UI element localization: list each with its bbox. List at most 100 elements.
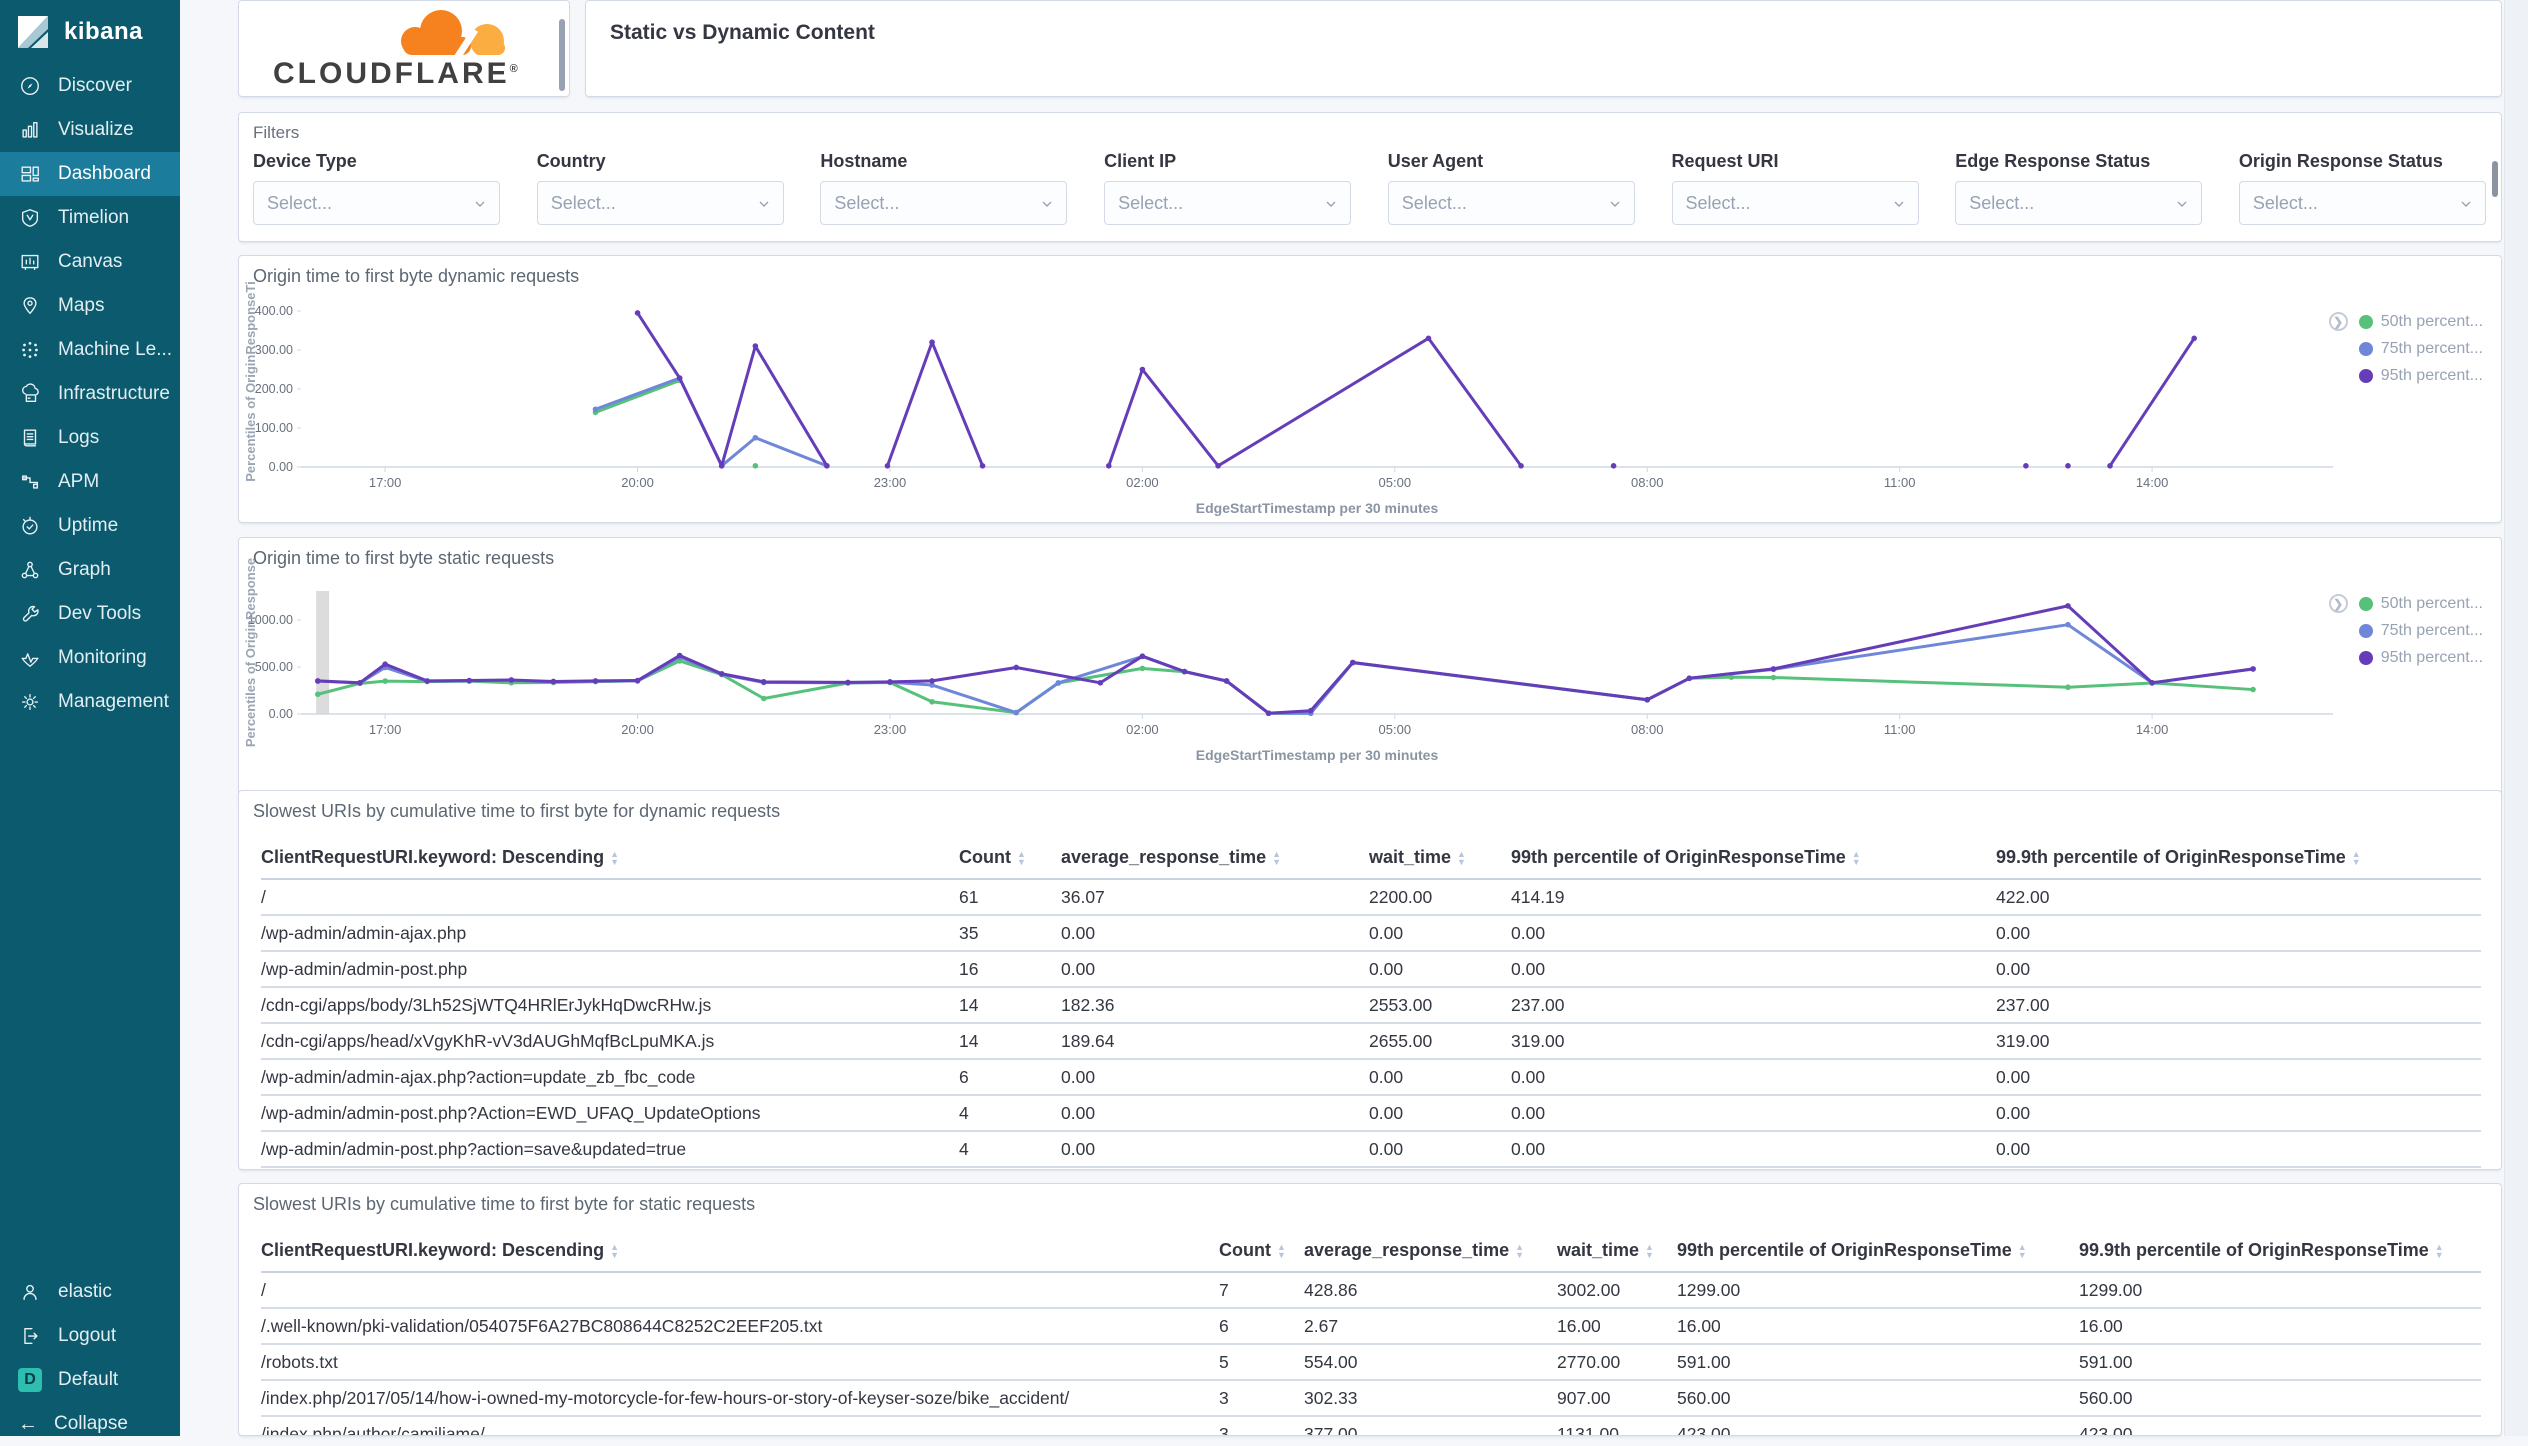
sort-icon[interactable]: ▲ ▼ (1515, 1243, 1524, 1260)
x-tick-label: 14:00 (2136, 722, 2169, 737)
column-header-99-9th-percentile-of-originresponsetime[interactable]: 99.9th percentile of OriginResponseTime ▲… (1996, 839, 2481, 880)
page-title: Static vs Dynamic Content (610, 21, 875, 44)
sidebar-item-maps[interactable]: Maps (0, 284, 180, 328)
cell-value: 907.00 (1557, 1380, 1677, 1417)
data-point (1349, 659, 1356, 666)
sort-icon[interactable]: ▲ ▼ (610, 1243, 619, 1260)
column-header-clientrequesturi-keyword-descending[interactable]: ClientRequestURI.keyword: Descending ▲ ▼ (261, 1232, 1219, 1273)
filter-select-origin-response-status[interactable]: Select... (2238, 181, 2486, 225)
column-header-clientrequesturi-keyword-descending[interactable]: ClientRequestURI.keyword: Descending ▲ ▼ (261, 839, 959, 880)
filter-select-request-uri[interactable]: Select... (1671, 181, 1919, 225)
data-point (1223, 678, 1230, 684)
cell-value: 422.00 (1996, 879, 2481, 916)
sidebar-item-dashboard[interactable]: Dashboard (0, 152, 180, 196)
data-point (1770, 674, 1777, 681)
column-header-wait-time[interactable]: wait_time ▲ ▼ (1369, 839, 1511, 880)
column-header-label: 99.9th percentile of OriginResponseTime (2079, 1240, 2429, 1260)
chevron-down-icon (1610, 201, 1620, 207)
sort-icon[interactable]: ▲ ▼ (2018, 1243, 2027, 1260)
sort-icon[interactable]: ▲ ▼ (1277, 1243, 1286, 1260)
filter-group-user-agent: User Agent Select... (1387, 151, 1635, 225)
column-header-99th-percentile-of-originresponsetime[interactable]: 99th percentile of OriginResponseTime ▲ ▼ (1511, 839, 1996, 880)
sidebar-footer-logout[interactable]: Logout (0, 1314, 180, 1358)
sort-icon[interactable]: ▲ ▼ (1017, 850, 1026, 867)
y-axis-title: Percentiles of OriginResponse (243, 558, 258, 747)
sort-icon[interactable]: ▲ ▼ (1272, 850, 1281, 867)
kibana-logo[interactable]: kibana (0, 0, 180, 64)
sidebar-footer-collapse[interactable]: ← Collapse (0, 1402, 180, 1446)
data-point (884, 463, 891, 469)
cell-uri: /wp-admin/admin-post.php?Action=EWD_UFAQ… (261, 1095, 959, 1132)
bar-chart-icon (18, 118, 42, 142)
sidebar-item-label: Timelion (58, 207, 130, 228)
legend-item-75th-percent[interactable]: 75th percent... (2358, 617, 2483, 644)
table-header-row: ClientRequestURI.keyword: Descending ▲ ▼ Co… (261, 1232, 2481, 1273)
filter-select-edge-response-status[interactable]: Select... (1955, 181, 2203, 225)
legend-item-75th-percent[interactable]: 75th percent... (2358, 335, 2483, 362)
legend-item-95th-percent[interactable]: 95th percent... (2358, 644, 2483, 671)
legend-label: 75th percent... (2380, 621, 2483, 639)
column-header-label: Count (959, 847, 1011, 867)
sidebar-footer-elastic[interactable]: elastic (0, 1270, 180, 1314)
data-point (887, 679, 893, 685)
logo-panel-scrollbar-thumb[interactable] (559, 19, 565, 91)
sidebar-item-discover[interactable]: Discover (0, 64, 180, 108)
sort-icon[interactable]: ▲ ▼ (1645, 1243, 1654, 1260)
column-header-count[interactable]: Count ▲ ▼ (959, 839, 1061, 880)
cell-value: 560.00 (1677, 1380, 2079, 1417)
sidebar-item-machine-le[interactable]: Machine Le... (0, 328, 180, 372)
filter-group-origin-response-status: Origin Response Status Select... (2238, 151, 2486, 225)
filter-select-hostname[interactable]: Select... (820, 181, 1068, 225)
sidebar-footer-default[interactable]: D Default (0, 1358, 180, 1402)
sidebar-item-infrastructure[interactable]: Infrastructure (0, 372, 180, 416)
sidebar-item-uptime[interactable]: Uptime (0, 504, 180, 548)
legend-expand-icon[interactable]: ❯ (2328, 312, 2348, 331)
legend-item-95th-percent[interactable]: 95th percent... (2358, 362, 2483, 389)
chevron-down-icon (475, 201, 485, 207)
column-header-99-9th-percentile-of-originresponsetime[interactable]: 99.9th percentile of OriginResponseTime ▲… (2079, 1232, 2481, 1273)
data-point (1686, 675, 1693, 682)
x-tick-label: 23:00 (874, 722, 907, 737)
cell-value: 0.00 (1511, 951, 1996, 988)
data-point (2191, 335, 2197, 342)
sort-icon[interactable]: ▲ ▼ (610, 850, 619, 867)
sidebar-item-logs[interactable]: Logs (0, 416, 180, 460)
filters-panel-scrollbar-thumb[interactable] (2492, 161, 2498, 197)
sidebar-item-canvas[interactable]: Canvas (0, 240, 180, 284)
table-row: /index.php/author/camiliame/3 377.00 1131.… (261, 1416, 2481, 1435)
sidebar-item-timelion[interactable]: Timelion (0, 196, 180, 240)
column-header-99th-percentile-of-originresponsetime[interactable]: 99th percentile of OriginResponseTime ▲ ▼ (1677, 1232, 2079, 1273)
sidebar-item-monitoring[interactable]: Monitoring (0, 636, 180, 680)
filter-select-client-ip[interactable]: Select... (1104, 181, 1352, 225)
sort-icon[interactable]: ▲ ▼ (2435, 1243, 2444, 1260)
sort-icon[interactable]: ▲ ▼ (2352, 850, 2361, 867)
cell-value: 591.00 (2079, 1344, 2481, 1381)
filter-select-user-agent[interactable]: Select... (1387, 181, 1635, 225)
sort-icon[interactable]: ▲ ▼ (1852, 850, 1861, 867)
sort-icon[interactable]: ▲ ▼ (1457, 850, 1466, 867)
sidebar-item-graph[interactable]: Graph (0, 548, 180, 592)
sidebar-item-apm[interactable]: APM (0, 460, 180, 504)
filter-group-device-type: Device Type Select... (253, 151, 500, 225)
column-header-label: wait_time (1557, 1240, 1640, 1260)
column-header-average-response-time[interactable]: average_response_time ▲ ▼ (1304, 1232, 1557, 1273)
y-tick-label: 0.00 (269, 460, 293, 474)
column-header-count[interactable]: Count ▲ ▼ (1219, 1232, 1304, 1273)
data-point (315, 678, 321, 684)
filter-select-device-type[interactable]: Select... (253, 181, 500, 225)
cell-value: 319.00 (1511, 1023, 1996, 1060)
legend-expand-icon[interactable]: ❯ (2328, 594, 2348, 613)
cell-value: 3 (1219, 1380, 1304, 1417)
legend-item-50th-percent[interactable]: 50th percent... (2358, 590, 2483, 617)
sidebar-item-management[interactable]: Management (0, 680, 180, 724)
legend-item-50th-percent[interactable]: 50th percent... (2358, 308, 2483, 335)
filter-placeholder: Select... (267, 192, 333, 213)
page-scrollbar[interactable] (2504, 0, 2528, 1436)
sidebar-item-dev-tools[interactable]: Dev Tools (0, 592, 180, 636)
series-line (2108, 336, 2196, 468)
column-header-wait-time[interactable]: wait_time ▲ ▼ (1557, 1232, 1677, 1273)
cell-value: 2553.00 (1369, 987, 1511, 1024)
sidebar-item-visualize[interactable]: Visualize (0, 108, 180, 152)
filter-select-country[interactable]: Select... (536, 181, 784, 225)
column-header-average-response-time[interactable]: average_response_time ▲ ▼ (1061, 839, 1369, 880)
